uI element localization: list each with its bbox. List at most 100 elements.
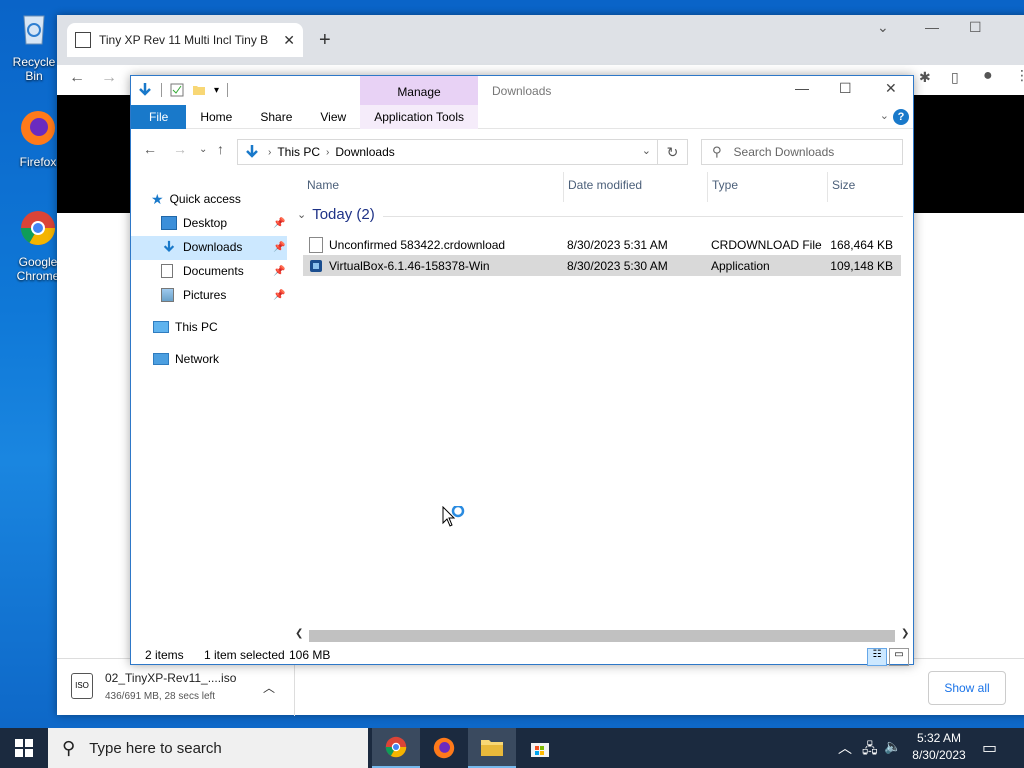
recycle-bin-desktop-icon[interactable]: Recycle Bin	[4, 8, 64, 83]
ribbon: File Home Share View Application Tools ⌄…	[131, 105, 913, 129]
chrome-menu-icon[interactable]: ⋮	[1015, 67, 1024, 84]
scroll-left-icon[interactable]: ❮	[295, 628, 303, 639]
taskbar: ⚲ Type here to search ︿ 🖧 🔈 5:32 AM 8/30…	[0, 728, 1024, 768]
taskbar-chrome-button[interactable]	[372, 728, 420, 768]
volume-icon[interactable]: 🔈	[884, 738, 901, 755]
new-folder-icon[interactable]	[192, 83, 206, 97]
notifications-icon[interactable]: ▭	[982, 738, 997, 758]
up-icon[interactable]: ↑	[217, 141, 224, 157]
column-header-size[interactable]: Size	[832, 178, 855, 192]
help-icon[interactable]: ?	[893, 109, 909, 125]
taskbar-file-explorer-button[interactable]	[468, 728, 516, 768]
download-item[interactable]: ISO 02_TinyXP-Rev11_....iso 436/691 MB, …	[71, 669, 291, 709]
chrome-tab-search-icon[interactable]: ⌄	[877, 19, 889, 36]
file-row-selected[interactable]: VirtualBox-6.1.46-158378-Win 8/30/2023 5…	[303, 255, 901, 276]
ribbon-expand-chevron-icon[interactable]: ⌄	[880, 109, 889, 122]
breadcrumb-separator-icon[interactable]: ›	[268, 147, 271, 158]
nav-item-this-pc[interactable]: This PC	[153, 316, 218, 338]
clock-time: 5:32 AM	[916, 731, 962, 745]
explorer-window-title: Downloads	[492, 84, 552, 98]
nav-item-desktop[interactable]: Desktop 📌	[161, 212, 287, 234]
system-clock[interactable]: 5:32 AM 8/30/2023	[902, 730, 976, 764]
page-favicon-icon	[75, 32, 91, 48]
chrome-maximize-icon[interactable]: ☐	[969, 19, 982, 36]
address-row: ← → ⌄ ↑ › This PC › Downloads ⌄ ↻ ⚲ Sear…	[131, 129, 913, 171]
pin-icon[interactable]: 📌	[273, 242, 285, 253]
download-options-chevron-icon[interactable]: ︿	[263, 679, 275, 696]
close-icon[interactable]: ✕	[885, 80, 897, 97]
back-icon[interactable]: ←	[143, 141, 157, 157]
column-divider[interactable]	[707, 172, 708, 202]
ribbon-tab-application-tools[interactable]: Application Tools	[360, 105, 479, 129]
extensions-icon[interactable]: ✱	[919, 69, 931, 86]
iso-file-icon: ISO	[71, 673, 93, 699]
show-hidden-icons-icon[interactable]: ︿	[838, 738, 852, 758]
column-header-type[interactable]: Type	[712, 178, 738, 192]
group-header-today[interactable]: ⌄ Today (2)	[297, 206, 903, 223]
explorer-title-bar: ▾ Manage Downloads — ☐ ✕	[131, 76, 913, 105]
download-filename: 02_TinyXP-Rev11_....iso	[105, 671, 237, 685]
forward-icon[interactable]: →	[173, 141, 187, 157]
column-divider[interactable]	[563, 172, 564, 202]
chrome-back-icon[interactable]: ←	[69, 69, 85, 87]
column-divider[interactable]	[827, 172, 828, 202]
horizontal-scrollbar[interactable]: ❮ ❯	[295, 628, 915, 644]
ribbon-tab-share[interactable]: Share	[246, 105, 306, 129]
nav-item-quick-access[interactable]: ★ Quick access	[151, 188, 241, 210]
scrollbar-thumb[interactable]	[309, 630, 895, 642]
taskbar-firefox-button[interactable]	[420, 728, 468, 768]
ribbon-tab-home[interactable]: Home	[186, 105, 246, 129]
tab-close-icon[interactable]: ✕	[283, 32, 295, 49]
recent-locations-chevron-icon[interactable]: ⌄	[199, 144, 207, 155]
column-header-name[interactable]: Name	[307, 178, 339, 192]
ribbon-tab-file[interactable]: File	[131, 105, 187, 129]
nav-item-network[interactable]: Network	[153, 348, 219, 370]
taskbar-search-input[interactable]: ⚲ Type here to search	[48, 728, 368, 768]
properties-icon[interactable]	[170, 83, 184, 97]
large-icons-view-button[interactable]: ▭	[889, 648, 909, 666]
pin-icon[interactable]: 📌	[273, 218, 285, 229]
address-dropdown-icon[interactable]: ⌄	[642, 144, 651, 157]
ribbon-tab-view[interactable]: View	[306, 105, 360, 129]
chrome-forward-icon[interactable]: →	[101, 69, 117, 87]
side-panel-icon[interactable]: ▯	[951, 69, 959, 86]
scroll-right-icon[interactable]: ❯	[901, 628, 909, 639]
chrome-tab[interactable]: Tiny XP Rev 11 Multi Incl Tiny B ✕	[67, 23, 303, 57]
minimize-icon[interactable]: —	[795, 80, 809, 96]
pin-icon[interactable]: 📌	[273, 290, 285, 301]
start-button[interactable]	[0, 728, 48, 768]
nav-label: Documents	[183, 264, 244, 278]
taskbar-store-button[interactable]	[516, 728, 564, 768]
show-all-button[interactable]: Show all	[928, 671, 1006, 705]
maximize-icon[interactable]: ☐	[839, 80, 852, 97]
group-label: Today (2)	[312, 206, 375, 223]
network-status-icon[interactable]: 🖧	[862, 738, 878, 762]
manage-contextual-tab[interactable]: Manage	[360, 76, 478, 105]
generic-file-icon	[309, 236, 323, 253]
breadcrumb-downloads[interactable]: Downloads	[335, 145, 394, 159]
file-explorer-icon	[481, 740, 503, 756]
clock-date: 8/30/2023	[912, 748, 966, 762]
search-icon: ⚲	[62, 737, 76, 758]
nav-item-documents[interactable]: Documents 📌	[161, 260, 287, 282]
details-view-button[interactable]: ☷	[867, 648, 887, 666]
breadcrumb-this-pc[interactable]: This PC	[277, 145, 320, 159]
address-bar[interactable]: › This PC › Downloads ⌄	[237, 139, 658, 165]
search-placeholder: Search Downloads	[733, 145, 835, 159]
search-input[interactable]: ⚲ Search Downloads	[701, 139, 903, 165]
nav-item-downloads[interactable]: Downloads 📌	[161, 236, 287, 258]
qat-dropdown-icon[interactable]: ▾	[214, 85, 219, 96]
refresh-button[interactable]: ↻	[658, 139, 688, 165]
file-row[interactable]: Unconfirmed 583422.crdownload 8/30/2023 …	[303, 234, 901, 255]
pictures-icon	[161, 288, 174, 302]
breadcrumb-separator-icon[interactable]: ›	[326, 147, 329, 158]
collapse-chevron-icon[interactable]: ⌄	[297, 208, 306, 221]
profile-icon[interactable]: ●	[983, 67, 993, 85]
chrome-minimize-icon[interactable]: —	[925, 19, 939, 35]
pin-icon[interactable]: 📌	[273, 266, 285, 277]
file-name: VirtualBox-6.1.46-158378-Win	[329, 259, 490, 273]
nav-item-pictures[interactable]: Pictures 📌	[161, 284, 287, 306]
new-tab-button[interactable]: +	[319, 29, 331, 52]
downloads-folder-icon	[163, 240, 175, 253]
column-header-date[interactable]: Date modified	[568, 178, 642, 192]
